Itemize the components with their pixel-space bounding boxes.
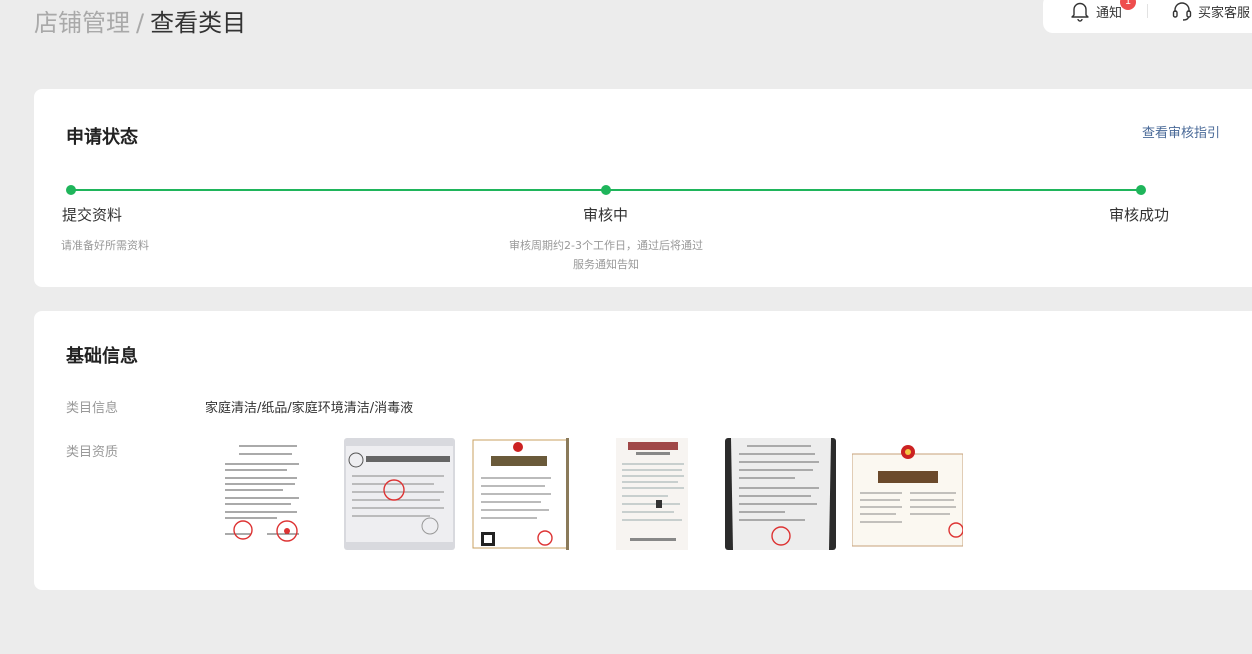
toolbar-divider [1147,4,1148,18]
notification-label: 通知 [1096,5,1123,21]
breadcrumb-parent[interactable]: 店铺管理 [34,9,130,37]
breadcrumb: 店铺管理 / 查看类目 [34,6,246,40]
headset-icon [1171,0,1193,22]
qualification-thumbnail[interactable] [598,438,709,550]
bell-icon [1070,0,1090,22]
step-desc-submit: 请准备好所需资料 [61,239,149,252]
qualification-thumbnails [217,438,979,550]
basic-info-card: 基础信息 类目信息 家庭清洁/纸品/家庭环境清洁/消毒液 类目资质 [34,311,1252,590]
breadcrumb-separator: / [136,9,145,37]
qualification-thumbnail[interactable] [852,438,963,550]
business-license-icon [852,438,963,550]
basic-card-title: 基础信息 [66,346,138,367]
category-info-label: 类目信息 [66,401,119,416]
notification-badge: 1 [1120,0,1137,10]
category-qualification-label: 类目资质 [66,445,119,460]
application-status-card: 申请状态 查看审核指引 提交资料 请准备好所需资料 审核中 审核周期约2-3个工… [34,89,1252,287]
step-label-success: 审核成功 [1109,206,1170,224]
category-info-value: 家庭清洁/纸品/家庭环境清洁/消毒液 [205,401,414,416]
review-guide-link[interactable]: 查看审核指引 [1142,122,1220,141]
customer-service-label: 买家客服 [1198,5,1251,21]
step-label-submit: 提交资料 [62,206,123,224]
step-desc-review: 审核周期约2-3个工作日，通过后将通过服务通知告知 [509,239,703,271]
status-card-title: 申请状态 [66,127,138,148]
top-toolbar: 通知 1 买家客服 [1043,0,1252,33]
document-scan-icon [217,438,328,550]
qualification-thumbnail[interactable] [344,438,455,550]
qualification-thumbnail[interactable] [725,438,836,550]
page-title: 查看类目 [150,9,247,37]
qualification-thumbnail[interactable] [471,438,582,550]
test-report-icon [598,438,709,550]
qualification-thumbnail[interactable] [217,438,328,550]
business-license-icon [471,438,582,550]
customer-service-button[interactable]: 买家客服 [1171,0,1250,22]
notification-button[interactable]: 通知 1 [1070,0,1137,22]
step-dot-submit [66,185,76,195]
step-dot-success [1136,185,1146,195]
document-photo-icon [725,438,836,550]
step-dot-review [601,185,611,195]
hygiene-license-icon [344,438,455,550]
step-label-review: 审核中 [583,206,629,224]
